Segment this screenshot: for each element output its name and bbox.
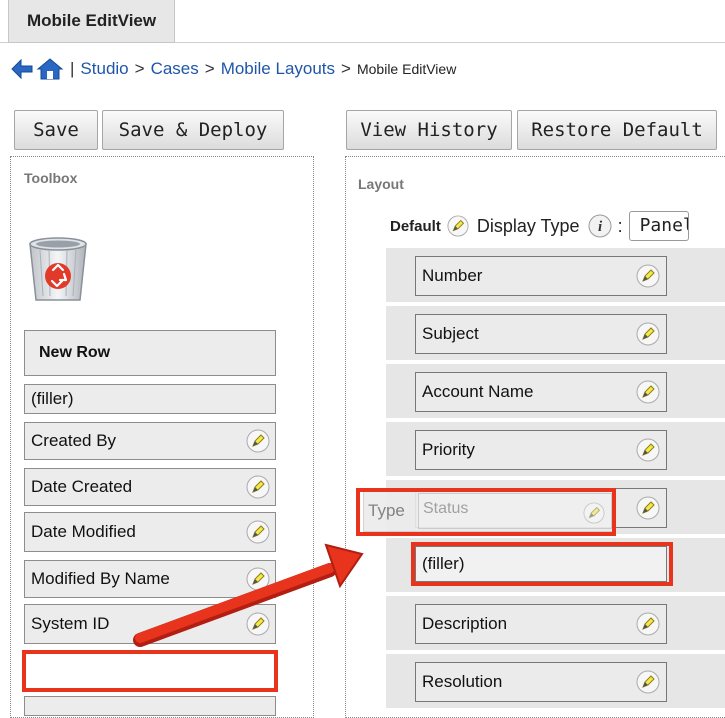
highlight-box-drag-source (356, 488, 616, 536)
toolbox-item (24, 696, 276, 716)
tab-mobile-editview[interactable]: Mobile EditView (8, 0, 176, 43)
toolbox-item-label: System ID (31, 614, 110, 633)
toolbox-item-label: Created By (31, 431, 117, 450)
pencil-edit-icon[interactable] (246, 567, 270, 591)
recycle-bin-icon[interactable] (26, 234, 90, 304)
layout-field[interactable]: Resolution (415, 662, 667, 702)
toolbox-item-label: Date Modified (31, 522, 136, 541)
layout-field[interactable]: Description (415, 604, 667, 644)
pencil-edit-icon[interactable] (246, 520, 270, 544)
pencil-edit-icon[interactable] (636, 380, 660, 404)
highlight-box-toolbox-slot (22, 650, 278, 692)
tab-label: Mobile EditView (27, 11, 157, 30)
pencil-edit-icon[interactable] (246, 429, 270, 453)
toolbox-label: Toolbox (24, 170, 78, 186)
pencil-edit-icon[interactable] (447, 215, 469, 237)
view-history-button[interactable]: View History (346, 110, 512, 150)
save-deploy-button-label: Save & Deploy (118, 119, 268, 141)
pencil-edit-icon[interactable] (246, 612, 270, 636)
pencil-edit-icon[interactable] (636, 438, 660, 462)
display-type-value: Panel (639, 215, 689, 236)
toolbox-item[interactable]: Date Modified (24, 512, 276, 552)
toolbox-item-label: Modified By Name (31, 569, 170, 588)
layout-field-label: Subject (422, 324, 479, 343)
layout-field[interactable]: Subject (415, 314, 667, 354)
breadcrumb-pipe: | (70, 59, 75, 78)
breadcrumb-studio[interactable]: Studio (80, 59, 128, 79)
tab-bar: Mobile EditView (0, 0, 725, 43)
pencil-edit-icon[interactable] (636, 670, 660, 694)
layout-label: Layout (358, 176, 404, 192)
save-deploy-button[interactable]: Save & Deploy (102, 110, 284, 150)
home-icon[interactable] (36, 57, 64, 81)
save-button[interactable]: Save (14, 110, 98, 150)
toolbox-item[interactable]: Date Created (24, 468, 276, 506)
breadcrumb-separator: > (204, 59, 215, 78)
breadcrumb: | Studio > Cases > Mobile Layouts > Mobi… (10, 56, 456, 82)
display-type-label: Display Type (476, 215, 580, 236)
layout-panel-header: Default Display Type i : Panel (390, 204, 689, 248)
toolbox-item-label: (filler) (31, 389, 74, 408)
save-button-label: Save (33, 119, 79, 141)
toolbox-item-label: Date Created (31, 477, 133, 496)
layout-field-label: Account Name (422, 382, 534, 401)
pencil-edit-icon[interactable] (246, 475, 270, 499)
new-row-label: New Row (39, 344, 111, 361)
layout-field-label: Resolution (422, 672, 503, 691)
layout-field-label: Priority (422, 440, 475, 459)
default-panel-label: Default (390, 217, 441, 235)
layout-field[interactable]: Number (415, 256, 667, 296)
layout-field-label: Number (422, 266, 483, 285)
layout-field[interactable]: Account Name (415, 372, 667, 412)
view-history-button-label: View History (360, 119, 498, 141)
display-type-select[interactable]: Panel (628, 211, 689, 241)
display-type-colon: : (617, 215, 623, 236)
toolbox-new-row[interactable]: New Row (24, 330, 276, 376)
breadcrumb-cases[interactable]: Cases (151, 59, 199, 79)
back-arrow-icon[interactable] (10, 58, 34, 80)
toolbox-item[interactable]: Modified By Name (24, 560, 276, 598)
breadcrumb-separator: > (134, 59, 145, 78)
pencil-edit-icon[interactable] (636, 264, 660, 288)
toolbox-item[interactable]: Created By (24, 422, 276, 460)
pencil-edit-icon[interactable] (636, 612, 660, 636)
restore-default-button[interactable]: Restore Default (517, 110, 717, 150)
breadcrumb-separator: > (341, 59, 351, 78)
highlight-box-filler (411, 542, 673, 586)
breadcrumb-mobile-layouts[interactable]: Mobile Layouts (221, 59, 335, 79)
pencil-edit-icon[interactable] (636, 322, 660, 346)
restore-default-button-label: Restore Default (531, 119, 703, 141)
toolbox-item[interactable]: System ID (24, 604, 276, 644)
layout-field[interactable]: Priority (415, 430, 667, 470)
toolbox-item[interactable]: (filler) (24, 384, 276, 414)
info-icon[interactable]: i (588, 214, 612, 238)
layout-field-label: Description (422, 614, 508, 633)
breadcrumb-current: Mobile EditView (356, 61, 457, 77)
pencil-edit-icon[interactable] (636, 496, 660, 520)
